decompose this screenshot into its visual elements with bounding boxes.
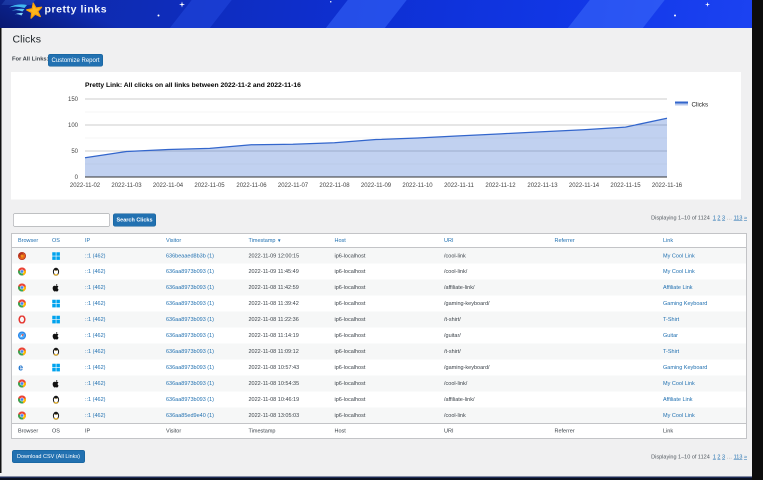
svg-text:2022-11-16: 2022-11-16: [652, 183, 683, 189]
svg-text:2022-11-11: 2022-11-11: [444, 183, 474, 189]
svg-text:2022-11-08: 2022-11-08: [319, 183, 350, 189]
svg-text:100: 100: [68, 123, 79, 129]
svg-text:2022-11-02: 2022-11-02: [70, 183, 101, 189]
svg-text:2022-11-05: 2022-11-05: [194, 183, 225, 189]
svg-text:2022-11-14: 2022-11-14: [569, 183, 600, 189]
svg-text:Pretty Link: All clicks on all: Pretty Link: All clicks on all links bet…: [85, 82, 301, 89]
svg-text:50: 50: [71, 149, 78, 155]
svg-text:2022-11-06: 2022-11-06: [236, 183, 267, 189]
svg-text:2022-11-13: 2022-11-13: [527, 183, 558, 189]
svg-text:150: 150: [68, 97, 79, 103]
svg-text:2022-11-10: 2022-11-10: [402, 183, 433, 189]
svg-text:2022-11-04: 2022-11-04: [153, 183, 184, 189]
svg-text:0: 0: [75, 175, 79, 181]
svg-text:2022-11-03: 2022-11-03: [111, 183, 142, 189]
svg-text:2022-11-15: 2022-11-15: [610, 183, 641, 189]
svg-text:2022-11-12: 2022-11-12: [485, 183, 516, 189]
svg-text:2022-11-07: 2022-11-07: [278, 183, 309, 189]
svg-text:Clicks: Clicks: [692, 102, 709, 109]
svg-text:2022-11-09: 2022-11-09: [361, 183, 392, 189]
